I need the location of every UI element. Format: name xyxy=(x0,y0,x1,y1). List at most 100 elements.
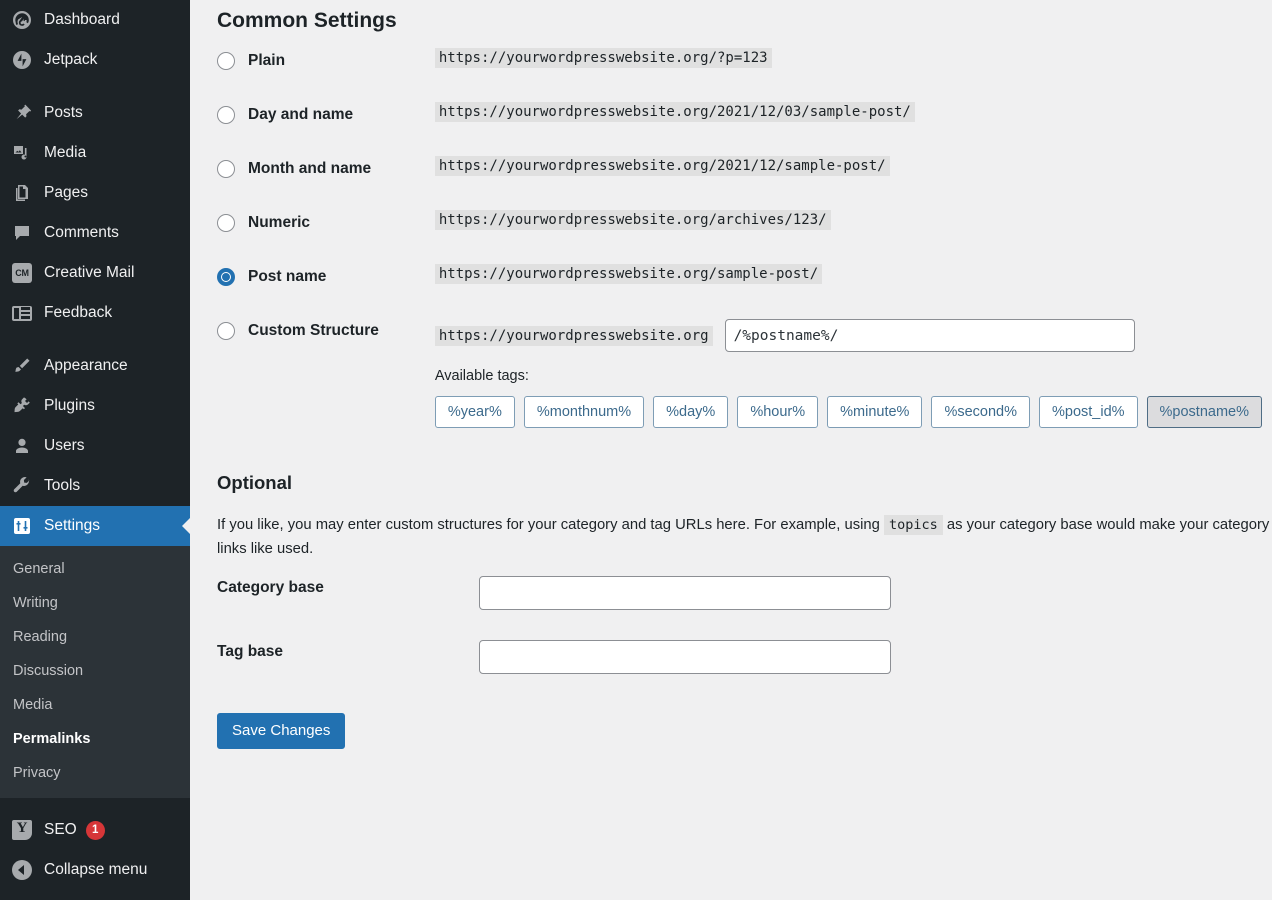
permalink-option-row: Numeric https://yourwordpresswebsite.org… xyxy=(217,196,1272,250)
tag-button-hour[interactable]: %hour% xyxy=(737,396,819,428)
radio-month-and-name[interactable] xyxy=(217,160,235,178)
pages-icon xyxy=(10,182,34,204)
custom-structure-prefix: https://yourwordpresswebsite.org xyxy=(434,325,713,346)
permalink-option-custom-structure[interactable]: Custom Structure xyxy=(217,304,435,443)
page-title: Common Settings xyxy=(217,9,397,32)
yoast-icon: Y xyxy=(10,819,34,841)
custom-structure-cell: https://yourwordpresswebsite.org Availab… xyxy=(434,304,1272,443)
pin-icon xyxy=(10,102,34,124)
permalink-option-row: Plain https://yourwordpresswebsite.org/?… xyxy=(217,34,1272,88)
settings-submenu: General Writing Reading Discussion Media… xyxy=(0,546,190,798)
sidebar-item-dashboard[interactable]: Dashboard xyxy=(0,0,190,40)
tag-button-second[interactable]: %second% xyxy=(931,396,1030,428)
sidebar-item-plugins[interactable]: Plugins xyxy=(0,386,190,426)
admin-sidebar: Dashboard Jetpack Posts Media Pages Comm… xyxy=(0,0,190,900)
permalink-example-cell: https://yourwordpresswebsite.org/archive… xyxy=(434,196,1272,250)
category-base-label: Category base xyxy=(217,579,324,596)
sidebar-item-label: Appearance xyxy=(44,357,128,375)
radio-plain[interactable] xyxy=(217,52,235,70)
category-base-row: Category base xyxy=(217,561,1272,625)
collapse-menu-button[interactable]: Collapse menu xyxy=(0,850,190,890)
radio-day-and-name[interactable] xyxy=(217,106,235,124)
radio-label: Custom Structure xyxy=(248,322,379,339)
sidebar-separator xyxy=(0,80,190,93)
sidebar-item-label: Creative Mail xyxy=(44,264,135,282)
permalink-example-url: https://yourwordpresswebsite.org/?p=123 xyxy=(434,48,772,68)
permalink-option-plain[interactable]: Plain xyxy=(217,34,435,88)
sidebar-bottom-group: Y SEO 1 Collapse menu xyxy=(0,810,190,890)
submenu-item-general[interactable]: General xyxy=(0,552,190,586)
optional-desc-part3: used. xyxy=(277,541,314,557)
optional-section: Optional If you like, you may enter cust… xyxy=(217,471,1272,561)
brush-icon xyxy=(10,355,34,377)
comment-icon xyxy=(10,222,34,244)
category-base-input[interactable] xyxy=(479,576,891,610)
sidebar-item-seo[interactable]: Y SEO 1 xyxy=(0,810,190,850)
sidebar-item-label: Users xyxy=(44,437,85,455)
jetpack-icon xyxy=(10,49,34,71)
permalink-option-day-and-name[interactable]: Day and name xyxy=(217,88,435,142)
common-settings-table: Plain https://yourwordpresswebsite.org/?… xyxy=(217,34,1272,443)
permalink-settings-content: Common Settings Plain https://yourwordpr… xyxy=(190,0,1272,900)
settings-icon xyxy=(10,515,34,537)
tag-button-year[interactable]: %year% xyxy=(434,396,515,428)
save-changes-button[interactable]: Save Changes xyxy=(217,713,346,749)
sidebar-item-jetpack[interactable]: Jetpack xyxy=(0,40,190,80)
sidebar-item-users[interactable]: Users xyxy=(0,426,190,466)
sidebar-item-settings[interactable]: Settings xyxy=(0,506,190,546)
sidebar-item-label: Comments xyxy=(44,224,119,242)
submenu-item-discussion[interactable]: Discussion xyxy=(0,654,190,688)
sidebar-item-label: Media xyxy=(44,144,87,162)
submenu-item-media[interactable]: Media xyxy=(0,688,190,722)
sidebar-item-posts[interactable]: Posts xyxy=(0,93,190,133)
permalink-example-cell: https://yourwordpresswebsite.org/2021/12… xyxy=(434,142,1272,196)
permalink-option-month-and-name[interactable]: Month and name xyxy=(217,142,435,196)
radio-numeric[interactable] xyxy=(217,214,235,232)
permalink-option-row: Post name https://yourwordpresswebsite.o… xyxy=(217,250,1272,304)
collapse-icon xyxy=(10,859,34,881)
sidebar-item-label: Plugins xyxy=(44,397,95,415)
sidebar-separator xyxy=(0,333,190,346)
custom-structure-input[interactable] xyxy=(724,319,1135,352)
submenu-item-writing[interactable]: Writing xyxy=(0,586,190,620)
permalink-option-row: Day and name https://yourwordpresswebsit… xyxy=(217,88,1272,142)
dashboard-icon xyxy=(10,9,34,31)
sidebar-item-media[interactable]: Media xyxy=(0,133,190,173)
tag-button-day[interactable]: %day% xyxy=(653,396,729,428)
permalink-example-url: https://yourwordpresswebsite.org/sample-… xyxy=(434,264,823,284)
submenu-item-reading[interactable]: Reading xyxy=(0,620,190,654)
tag-button-postname[interactable]: %postname% xyxy=(1146,396,1262,428)
sidebar-item-label: Pages xyxy=(44,184,88,202)
radio-post-name[interactable] xyxy=(217,268,235,286)
tag-button-monthnum[interactable]: %monthnum% xyxy=(523,396,645,428)
tag-button-post-id[interactable]: %post_id% xyxy=(1038,396,1138,428)
permalink-example-url: https://yourwordpresswebsite.org/2021/12… xyxy=(434,156,890,176)
permalink-example-url: https://yourwordpresswebsite.org/archive… xyxy=(434,210,831,230)
sidebar-item-label: Settings xyxy=(44,517,101,535)
sidebar-item-label: Feedback xyxy=(44,304,113,322)
permalink-option-post-name[interactable]: Post name xyxy=(217,250,435,304)
permalink-example-cell: https://yourwordpresswebsite.org/sample-… xyxy=(434,250,1272,304)
optional-settings-table: Category base Tag base xyxy=(217,561,1272,689)
media-icon xyxy=(10,142,34,164)
permalink-example-cell: https://yourwordpresswebsite.org/2021/12… xyxy=(434,88,1272,142)
tag-base-input[interactable] xyxy=(479,640,891,674)
sidebar-item-comments[interactable]: Comments xyxy=(0,213,190,253)
wordpress-admin: Dashboard Jetpack Posts Media Pages Comm… xyxy=(0,0,1272,900)
radio-label: Day and name xyxy=(248,106,354,123)
sidebar-item-creative-mail[interactable]: CM Creative Mail xyxy=(0,253,190,293)
seo-update-badge: 1 xyxy=(85,820,105,840)
creative-mail-icon: CM xyxy=(10,262,34,284)
sidebar-item-feedback[interactable]: Feedback xyxy=(0,293,190,333)
permalink-option-numeric[interactable]: Numeric xyxy=(217,196,435,250)
submenu-item-permalinks[interactable]: Permalinks xyxy=(0,722,190,756)
permalink-example-cell: https://yourwordpresswebsite.org/?p=123 xyxy=(434,34,1272,88)
available-tags-label: Available tags: xyxy=(434,368,529,384)
sidebar-item-tools[interactable]: Tools xyxy=(0,466,190,506)
radio-custom-structure[interactable] xyxy=(217,322,235,340)
tag-button-minute[interactable]: %minute% xyxy=(827,396,923,428)
tag-base-cell xyxy=(479,625,1272,689)
submenu-item-privacy[interactable]: Privacy xyxy=(0,756,190,790)
sidebar-item-pages[interactable]: Pages xyxy=(0,173,190,213)
sidebar-item-appearance[interactable]: Appearance xyxy=(0,346,190,386)
